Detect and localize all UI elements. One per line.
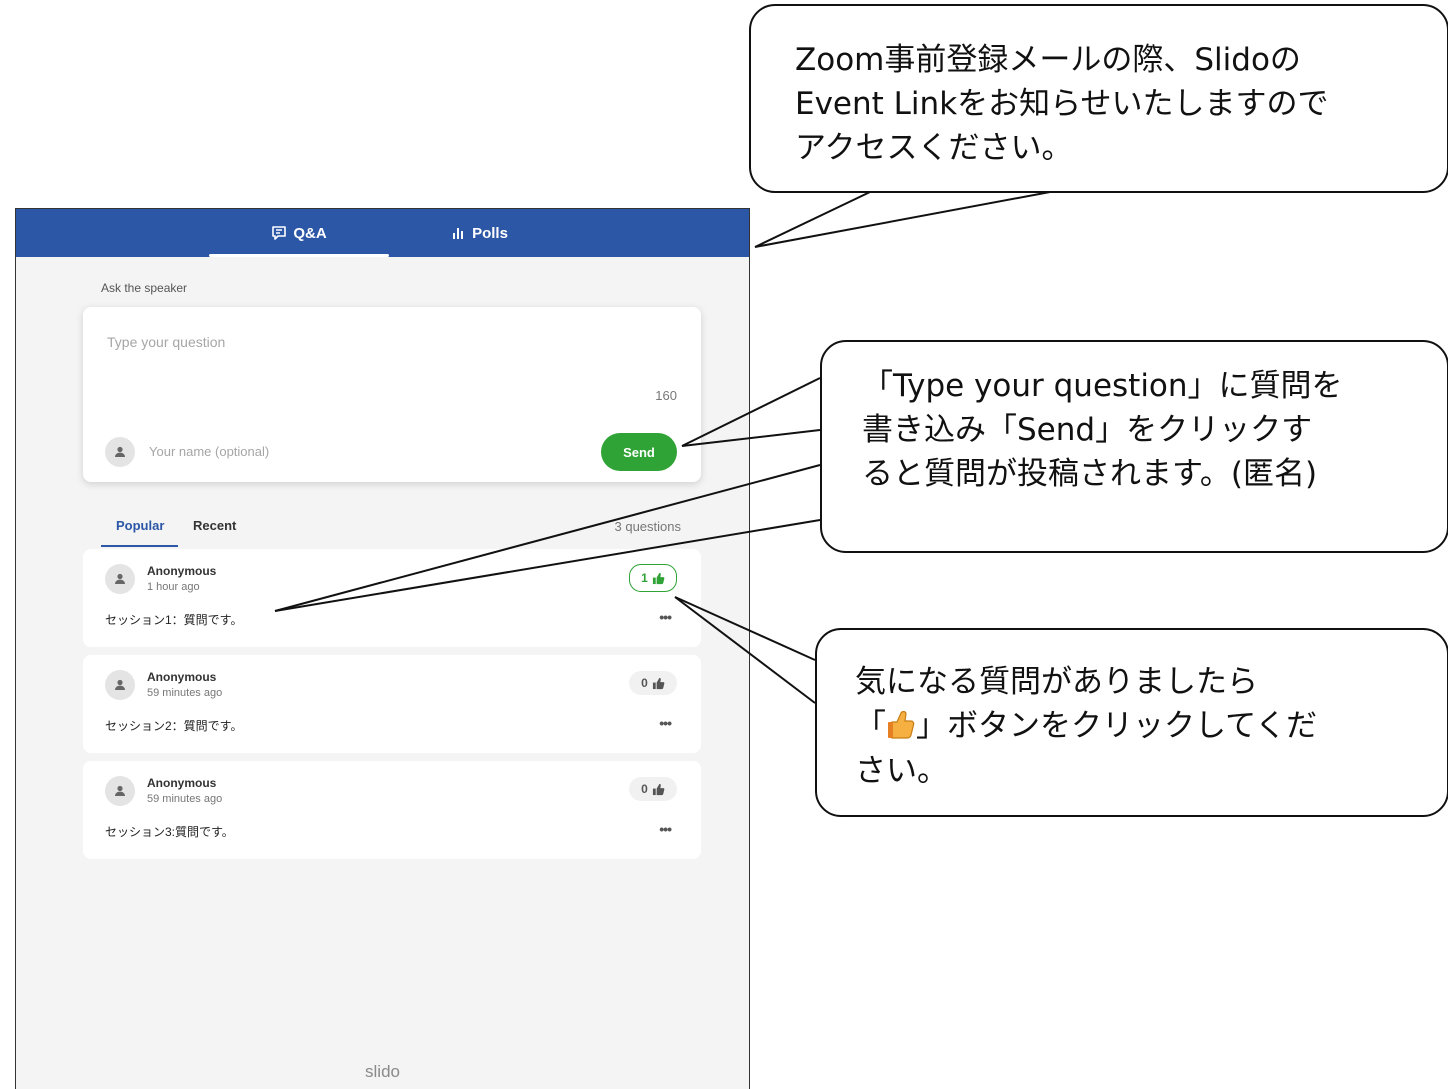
- tab-recent[interactable]: Recent: [193, 518, 236, 533]
- question-text: セッション1：質問です。: [105, 613, 243, 627]
- thumbs-up-icon: [652, 572, 665, 585]
- send-button[interactable]: Send: [601, 433, 677, 471]
- avatar: [105, 670, 135, 700]
- more-options-button[interactable]: •••: [659, 609, 672, 625]
- question-time: 59 minutes ago: [147, 687, 223, 699]
- tab-polls[interactable]: Polls: [389, 209, 569, 257]
- more-options-button[interactable]: •••: [659, 715, 672, 731]
- callout-line: 「」ボタンをクリックしてくだ: [855, 704, 1447, 749]
- chat-bubble-icon: [271, 225, 287, 241]
- tab-qa-label: Q&A: [293, 224, 327, 242]
- thumbs-up-icon: [652, 677, 665, 690]
- question-card: Anonymous 59 minutes ago セッション3:質問です。 0 …: [83, 761, 701, 859]
- question-count: 3 questions: [614, 519, 682, 534]
- callout-line: 気になる質問がありましたら: [855, 664, 1258, 700]
- callout-line: Zoom事前登録メールの際、Slidoの: [795, 42, 1301, 78]
- slido-logo: slido: [365, 1062, 400, 1081]
- ask-question-card: 160 Send: [83, 307, 701, 482]
- callout-line: Event Linkをお知らせいたしますので: [795, 86, 1329, 122]
- avatar: [105, 776, 135, 806]
- slido-panel: Q&A Polls Ask the speaker 160 Send Popul…: [15, 208, 750, 1089]
- question-author: Anonymous: [147, 564, 217, 578]
- avatar: [105, 437, 135, 467]
- question-card: Anonymous 59 minutes ago セッション2：質問です。 0 …: [83, 655, 701, 753]
- char-counter: 160: [655, 388, 677, 403]
- thumbs-up-emoji-icon: [886, 705, 916, 749]
- avatar: [105, 564, 135, 594]
- question-time: 1 hour ago: [147, 581, 200, 593]
- top-callout-tail: [754, 191, 1051, 248]
- tab-polls-label: Polls: [472, 224, 508, 242]
- question-input[interactable]: [105, 333, 669, 351]
- tab-popular[interactable]: Popular: [116, 518, 164, 533]
- user-icon: [115, 573, 125, 584]
- callout-line: アクセスください。: [795, 130, 1073, 166]
- question-text: セッション3:質問です。: [105, 825, 234, 839]
- callout-like-question: 気になる質問がありましたら 「」ボタンをクリックしてくだ さい。: [815, 628, 1448, 817]
- user-icon: [115, 679, 125, 690]
- callout-send-question: 「Type your question」に質問を 書き込み「Send」をクリック…: [820, 340, 1448, 553]
- question-card: Anonymous 1 hour ago セッション1：質問です。 1 •••: [83, 549, 701, 647]
- like-count: 0: [641, 676, 648, 690]
- name-input[interactable]: [147, 443, 451, 460]
- callout-text: 「: [855, 708, 886, 744]
- bar-chart-icon: [450, 225, 466, 241]
- more-options-button[interactable]: •••: [659, 821, 672, 837]
- like-button[interactable]: 0: [629, 671, 677, 695]
- ask-the-speaker-label: Ask the speaker: [101, 281, 188, 295]
- callout-line: ると質問が投稿されます。(匿名): [862, 456, 1318, 492]
- question-text: セッション2：質問です。: [105, 719, 243, 733]
- sort-tab-indicator: [101, 545, 178, 547]
- question-author: Anonymous: [147, 776, 217, 790]
- active-tab-indicator: [209, 254, 389, 257]
- user-icon: [115, 785, 125, 796]
- user-icon: [115, 446, 125, 457]
- like-count: 0: [641, 782, 648, 796]
- callout-event-link: Zoom事前登録メールの際、Slidoの Event Linkをお知らせいたしま…: [749, 4, 1448, 193]
- like-count: 1: [641, 571, 648, 585]
- callout-line: 「Type your question」に質問を: [862, 368, 1343, 404]
- thumbs-up-icon: [652, 783, 665, 796]
- callout-line: さい。: [855, 753, 948, 789]
- like-button[interactable]: 1: [629, 564, 677, 592]
- callout-text: 」ボタンをクリックしてくだ: [916, 708, 1318, 744]
- callout-line: 書き込み「Send」をクリックす: [862, 412, 1313, 448]
- question-time: 59 minutes ago: [147, 793, 223, 805]
- tab-qa[interactable]: Q&A: [209, 209, 389, 257]
- question-author: Anonymous: [147, 670, 217, 684]
- like-button[interactable]: 0: [629, 777, 677, 801]
- top-tab-bar: Q&A Polls: [16, 209, 749, 257]
